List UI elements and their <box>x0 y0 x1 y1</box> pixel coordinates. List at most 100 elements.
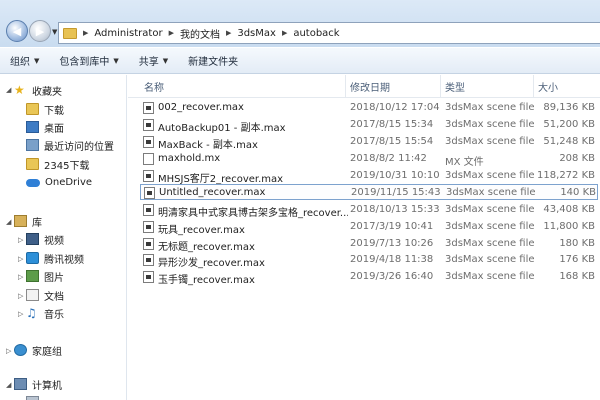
file-name: 玉手镯_recover.max <box>158 275 255 286</box>
breadcrumb-autoback[interactable]: autoback <box>293 28 339 39</box>
file-row[interactable]: MaxBack - 副本.max 2017/8/15 15:54 3dsMax … <box>140 134 598 151</box>
sidebar-item-tencent-video[interactable]: 腾讯视频 <box>26 249 84 267</box>
back-button[interactable]: ◀ <box>6 20 28 42</box>
drive-icon <box>26 396 39 400</box>
breadcrumb-administrator[interactable]: Administrator <box>94 28 162 39</box>
tencent-video-icon <box>26 252 39 264</box>
sidebar-item-2345-downloads[interactable]: 2345下载 <box>26 155 89 173</box>
file-size: 140 KB <box>560 187 596 198</box>
file-name: 无标题_recover.max <box>158 242 255 253</box>
file-row[interactable]: 无标题_recover.max 2019/7/13 10:26 3dsMax s… <box>140 236 598 253</box>
expand-arrow-icon[interactable]: ▷ <box>6 347 11 355</box>
document-icon <box>26 289 39 301</box>
max-file-icon <box>143 221 154 233</box>
sidebar-item-videos[interactable]: 视频 <box>26 230 64 248</box>
collapse-arrow-icon[interactable]: ◢ <box>6 381 11 389</box>
file-name: MaxBack - 副本.max <box>158 140 258 151</box>
file-type: 3dsMax scene file <box>445 204 535 215</box>
file-type: 3dsMax scene file <box>445 254 535 265</box>
desktop-icon <box>26 121 39 133</box>
include-in-library-button[interactable]: 包含到库中 ▼ <box>49 53 128 69</box>
picture-icon <box>26 270 39 282</box>
column-header-label: 类型 <box>445 82 465 94</box>
sidebar-item-downloads[interactable]: 下载 <box>26 100 64 118</box>
chevron-right-icon[interactable]: ▶ <box>282 29 287 37</box>
expand-arrow-icon[interactable]: ▷ <box>18 292 23 300</box>
file-icon <box>143 153 154 165</box>
file-date: 2018/8/2 11:42 <box>350 153 427 164</box>
file-date: 2017/8/15 15:34 <box>350 119 434 130</box>
collapse-arrow-icon[interactable]: ◢ <box>6 218 11 226</box>
file-row[interactable]: 异形沙发_recover.max 2019/4/18 11:38 3dsMax … <box>140 252 598 269</box>
collapse-arrow-icon[interactable]: ◢ <box>6 86 11 94</box>
sidebar-item-favorites[interactable]: ★ 收藏夹 <box>14 81 62 99</box>
file-date: 2019/4/18 11:38 <box>350 254 434 265</box>
column-header-size[interactable]: 大小 <box>534 75 600 97</box>
arrow-right-icon: ▶ <box>35 24 45 38</box>
file-row[interactable]: 玩具_recover.max 2017/3/19 10:41 3dsMax sc… <box>140 219 598 236</box>
organize-label: 组织 <box>10 57 30 68</box>
file-row[interactable]: AutoBackup01 - 副本.max 2017/8/15 15:34 3d… <box>140 117 598 134</box>
new-folder-button[interactable]: 新建文件夹 <box>178 53 248 68</box>
expand-arrow-icon[interactable]: ▷ <box>18 310 23 318</box>
chevron-down-icon: ▼ <box>34 56 40 65</box>
file-size: 43,408 KB <box>543 204 595 215</box>
sidebar-label: 2345下载 <box>44 160 90 172</box>
file-type: 3dsMax scene file <box>445 119 535 130</box>
forward-button[interactable]: ▶ <box>29 20 51 42</box>
folder-icon <box>26 158 39 170</box>
sidebar-item-libraries[interactable]: 库 <box>14 212 42 230</box>
sidebar-item-onedrive[interactable]: OneDrive <box>26 173 92 191</box>
column-header-type[interactable]: 类型 <box>441 75 534 97</box>
address-bar[interactable]: ▶ Administrator ▶ 我的文档 ▶ 3dsMax ▶ autoba… <box>58 22 600 44</box>
column-header-name[interactable]: 名称 <box>140 75 346 97</box>
file-row[interactable]: 明清家具中式家具博古架多宝格_recover... 2018/10/13 15:… <box>140 202 598 219</box>
max-file-icon <box>143 119 154 131</box>
file-date: 2019/11/15 15:43 <box>351 187 441 198</box>
sidebar-item-music[interactable]: ♫ 音乐 <box>26 304 64 322</box>
sidebar-item-documents[interactable]: 文档 <box>26 286 64 304</box>
sidebar-item-recent[interactable]: 最近访问的位置 <box>26 136 114 154</box>
file-row[interactable]: 002_recover.max 2018/10/12 17:04 3dsMax … <box>140 100 598 116</box>
chevron-right-icon[interactable]: ▶ <box>169 29 174 37</box>
file-row[interactable]: maxhold.mx 2018/8/2 11:42 MX 文件 208 KB <box>140 151 598 168</box>
star-icon: ★ <box>14 83 25 97</box>
file-type: 3dsMax scene file <box>445 170 535 181</box>
music-note-icon: ♫ <box>26 306 37 320</box>
column-header-date[interactable]: 修改日期 <box>346 75 441 97</box>
file-row-selected[interactable]: Untitled_recover.max 2019/11/15 15:43 3d… <box>140 184 598 200</box>
share-button[interactable]: 共享 ▼ <box>129 53 178 69</box>
sidebar-label: 视频 <box>44 235 64 247</box>
column-header-label: 名称 <box>144 82 164 94</box>
file-row[interactable]: 玉手镯_recover.max 2019/3/26 16:40 3dsMax s… <box>140 269 598 286</box>
recent-pages-dropdown[interactable]: ▼ <box>52 28 57 36</box>
chevron-right-icon[interactable]: ▶ <box>226 29 231 37</box>
expand-arrow-icon[interactable]: ▷ <box>18 236 23 244</box>
sidebar-label: 库 <box>32 217 42 229</box>
sidebar-item-drive[interactable] <box>26 393 44 400</box>
file-name: 玩具_recover.max <box>158 225 245 236</box>
organize-button[interactable]: 组织 ▼ <box>0 53 49 69</box>
chevron-right-icon[interactable]: ▶ <box>83 29 88 37</box>
file-type: 3dsMax scene file <box>445 238 535 249</box>
file-name: 异形沙发_recover.max <box>158 258 265 269</box>
sidebar-item-pictures[interactable]: 图片 <box>26 267 64 285</box>
breadcrumb-my-documents[interactable]: 我的文档 <box>180 26 220 41</box>
file-size: 118,272 KB <box>537 170 595 181</box>
file-date: 2019/10/31 10:10 <box>350 170 440 181</box>
include-in-library-label: 包含到库中 <box>59 57 110 68</box>
command-toolbar: 组织 ▼ 包含到库中 ▼ 共享 ▼ 新建文件夹 <box>0 48 600 74</box>
sidebar-item-computer[interactable]: 计算机 <box>14 375 62 393</box>
expand-arrow-icon[interactable]: ▷ <box>18 255 23 263</box>
sidebar-label: 桌面 <box>44 123 64 135</box>
breadcrumb-3dsmax[interactable]: 3dsMax <box>237 28 276 39</box>
file-name: AutoBackup01 - 副本.max <box>158 123 286 134</box>
sidebar-item-desktop[interactable]: 桌面 <box>26 118 64 136</box>
max-file-icon <box>143 238 154 250</box>
file-row[interactable]: MHSJS客厅2_recover.max 2019/10/31 10:10 3d… <box>140 168 598 185</box>
sidebar-item-homegroup[interactable]: 家庭组 <box>14 341 62 359</box>
homegroup-icon <box>14 344 27 356</box>
expand-arrow-icon[interactable]: ▷ <box>18 273 23 281</box>
file-type: 3dsMax scene file <box>445 221 535 232</box>
file-date: 2019/7/13 10:26 <box>350 238 434 249</box>
